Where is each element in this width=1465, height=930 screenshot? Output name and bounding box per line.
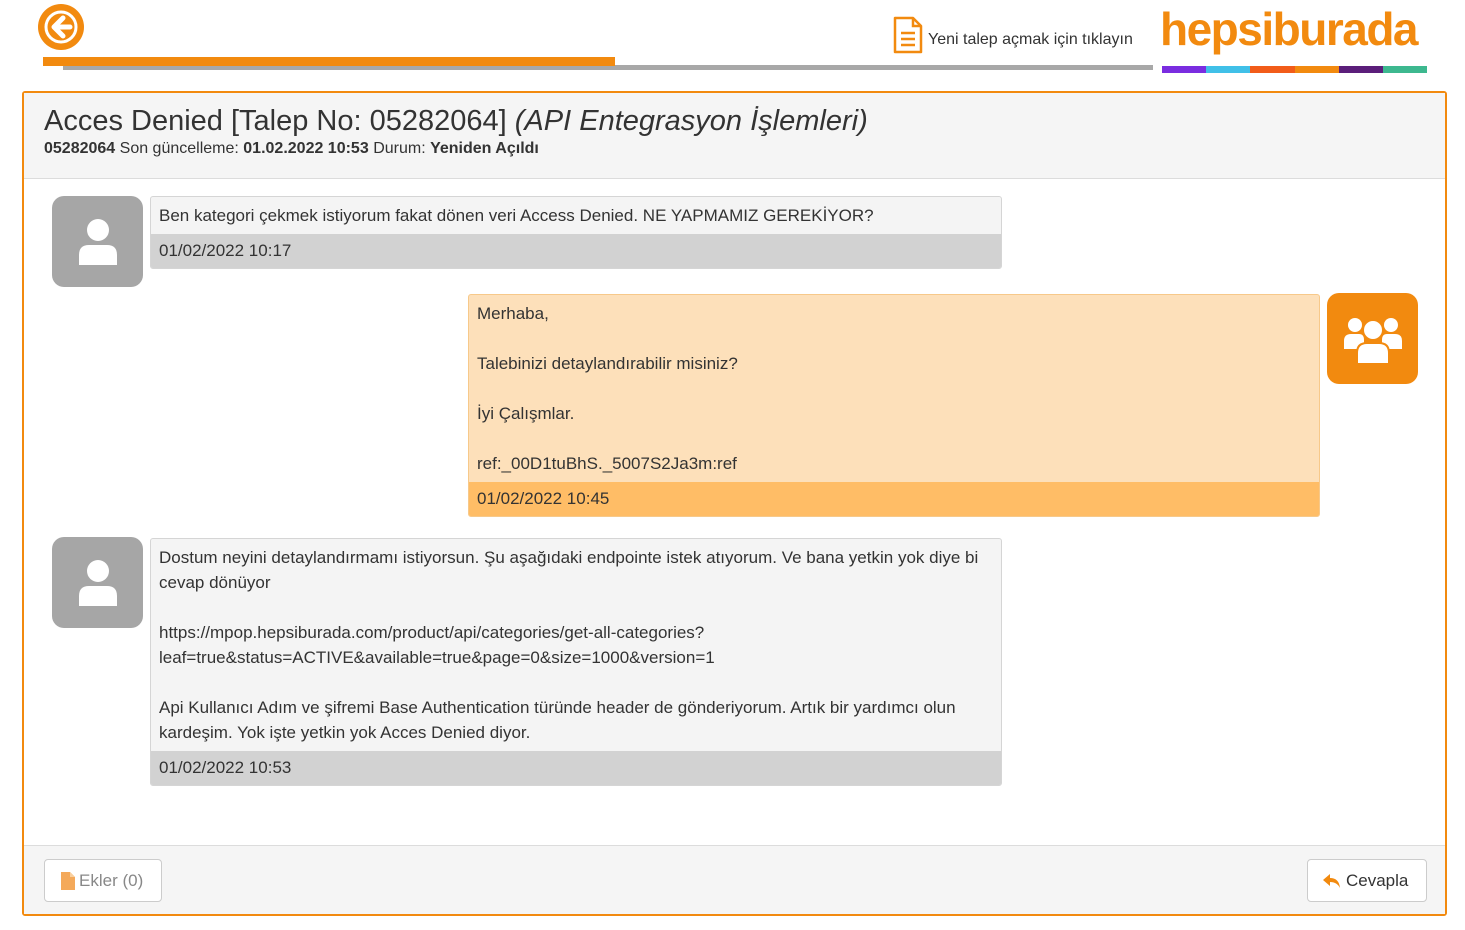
brand-stripe [1206, 66, 1251, 73]
status-value: Yeniden Açıldı [430, 140, 539, 157]
ticket-header: Acces Denied [Talep No: 05282064] (API E… [24, 93, 1445, 179]
ticket-number: 05282064 [44, 140, 116, 157]
brand-stripe [1294, 66, 1339, 73]
ticket-footer: Ekler (0) Cevapla [24, 845, 1445, 914]
new-request-label: Yeni talep açmak için tıklayın [928, 31, 1133, 48]
brand-logo[interactable]: hepsiburada [1160, 2, 1419, 56]
message-time: 01/02/2022 10:45 [469, 482, 1319, 516]
reply-button[interactable]: Cevapla [1307, 859, 1427, 902]
message-bubble: Dostum neyini detaylandırmamı istiyorsun… [150, 538, 1002, 786]
back-button[interactable] [38, 4, 84, 50]
message-text: Ben kategori çekmek istiyorum fakat döne… [159, 206, 874, 225]
arrow-left-icon [44, 10, 78, 44]
document-icon [893, 16, 923, 54]
updated-value: 01.02.2022 10:53 [243, 140, 369, 157]
progress-fill [43, 57, 615, 66]
brand-stripe [1338, 66, 1383, 73]
attachments-label: Ekler (0) [79, 870, 144, 890]
brand-stripe [1250, 66, 1295, 73]
message-bubble: Ben kategori çekmek istiyorum fakat döne… [150, 196, 1002, 269]
attachments-button[interactable]: Ekler (0) [44, 859, 162, 902]
new-request-link[interactable]: Yeni talep açmak için tıklayın [892, 16, 1133, 54]
brand-stripe [1382, 66, 1428, 73]
message-text: Merhaba, Talebinizi detaylandırabilir mi… [477, 304, 738, 473]
page-header: Yeni talep açmak için tıklayın hepsibura… [0, 0, 1465, 80]
brand-stripe [1162, 66, 1207, 73]
message-time: 01/02/2022 10:17 [151, 234, 1001, 268]
message-text: Dostum neyini detaylandırmamı istiyorsun… [159, 548, 979, 742]
ticket-category: (API Entegrasyon İşlemleri) [514, 105, 868, 137]
user-icon [78, 559, 117, 606]
reply-label: Cevapla [1346, 870, 1409, 890]
message-time: 01/02/2022 10:53 [151, 751, 1001, 785]
status-label: Durum: [373, 140, 426, 157]
updated-label: Son güncelleme: [119, 140, 239, 157]
message-bubble: Merhaba, Talebinizi detaylandırabilir mi… [468, 294, 1320, 517]
ticket-panel: Acces Denied [Talep No: 05282064] (API E… [22, 91, 1447, 916]
ticket-title: Acces Denied [Talep No: 05282064] (API E… [44, 105, 1425, 138]
agent-avatar [1327, 293, 1418, 384]
ticket-meta: 05282064 Son güncelleme: 01.02.2022 10:5… [44, 140, 1425, 158]
avatar [52, 196, 143, 287]
avatar [52, 537, 143, 628]
reply-icon [1323, 873, 1340, 888]
brand-stripes [1162, 66, 1428, 73]
ticket-subject: Acces Denied [Talep No: 05282064] [44, 105, 507, 137]
file-icon [61, 871, 75, 890]
users-icon [1343, 317, 1402, 365]
user-icon [78, 218, 117, 265]
